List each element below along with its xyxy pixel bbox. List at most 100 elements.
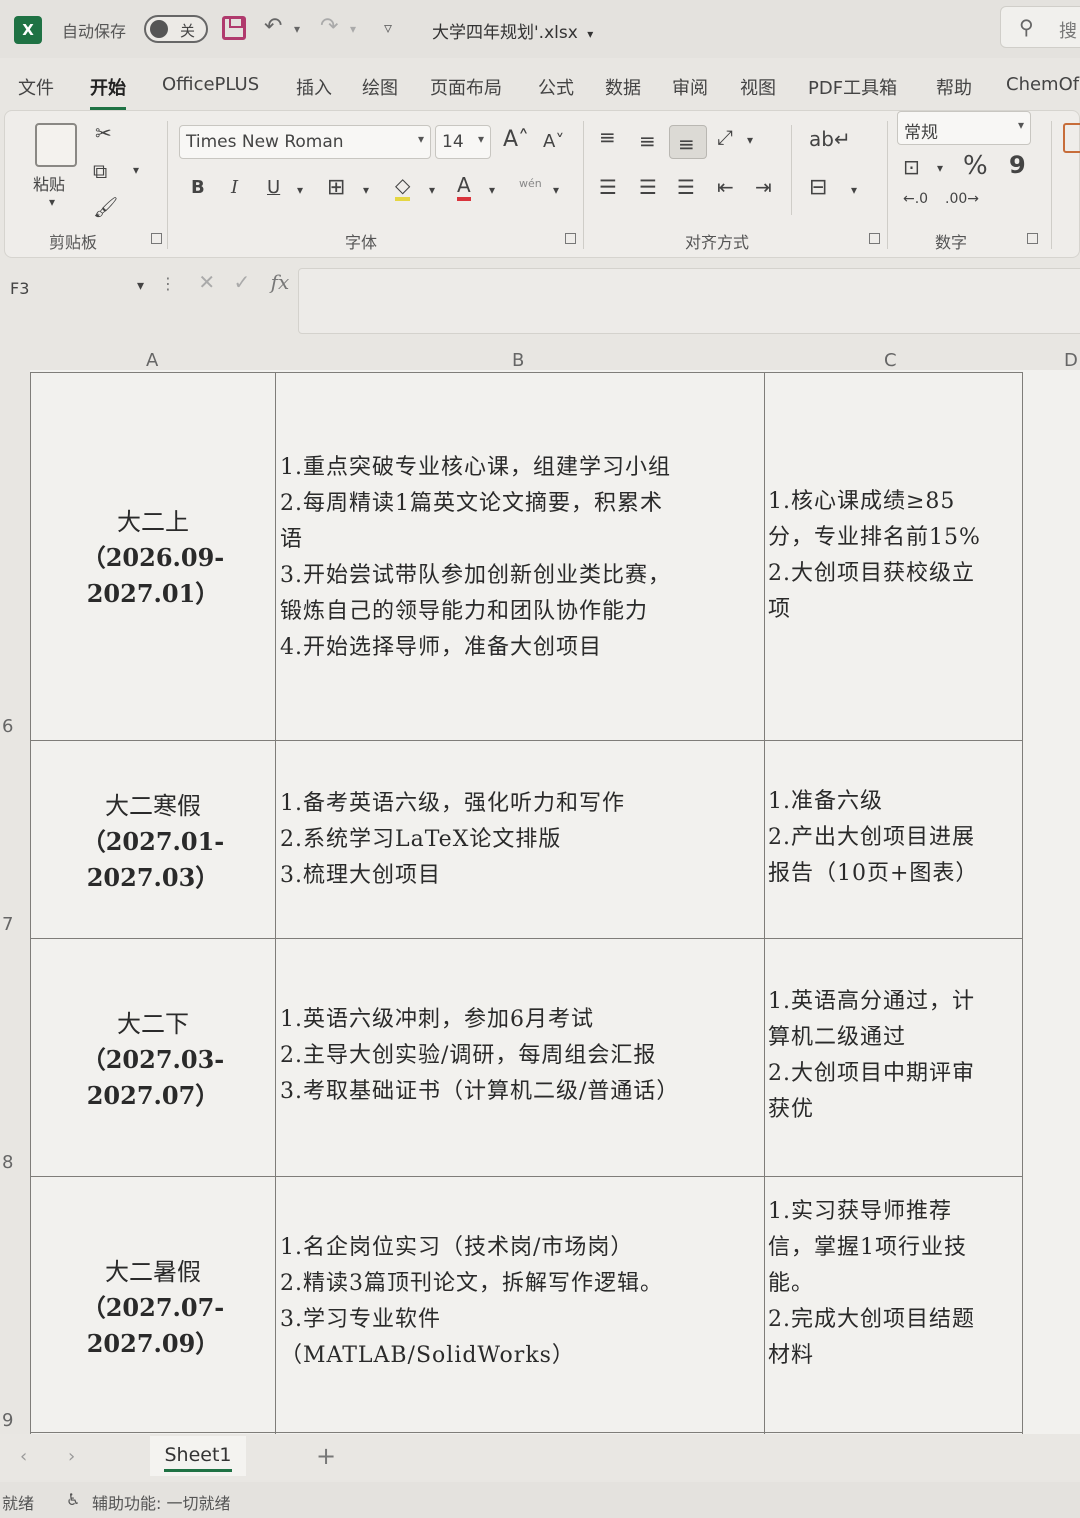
percent-button[interactable]: % bbox=[963, 151, 988, 181]
underline-dropdown-icon[interactable]: ▾ bbox=[297, 183, 303, 197]
tab-review[interactable]: 审阅 bbox=[672, 74, 708, 100]
scroll-left-icon[interactable]: ‹ bbox=[20, 1446, 27, 1467]
orientation-dropdown-icon[interactable]: ▾ bbox=[747, 133, 753, 147]
font-launcher-icon[interactable] bbox=[565, 233, 576, 244]
tab-view[interactable]: 视图 bbox=[740, 74, 776, 100]
align-top-icon[interactable]: ≡ bbox=[599, 125, 616, 149]
cell-period[interactable]: 大二下 （2027.03- 2027.07） bbox=[30, 1006, 276, 1114]
tab-data[interactable]: 数据 bbox=[605, 74, 641, 100]
more-options-icon[interactable]: ⋮ bbox=[160, 274, 176, 293]
alignment-launcher-icon[interactable] bbox=[869, 233, 880, 244]
tab-home[interactable]: 开始 bbox=[90, 74, 126, 110]
cell-plan[interactable]: 1.备考英语六级，强化听力和写作 2.系统学习LaTeX论文排版 3.梳理大创项… bbox=[280, 786, 756, 894]
cancel-icon[interactable]: ✕ bbox=[198, 270, 215, 294]
align-right-icon[interactable]: ☰ bbox=[677, 175, 695, 199]
scroll-right-icon[interactable]: › bbox=[68, 1446, 75, 1467]
merge-center-icon[interactable]: ⊟ bbox=[809, 175, 827, 200]
border-dropdown-icon[interactable]: ▾ bbox=[363, 183, 369, 197]
wrap-text-icon[interactable]: ab↵ bbox=[809, 127, 851, 151]
autosave-toggle[interactable]: 关 bbox=[144, 15, 208, 43]
cell-period[interactable]: 大二上 （2026.09- 2027.01） bbox=[30, 504, 276, 612]
underline-button[interactable]: U bbox=[267, 177, 280, 198]
name-box[interactable]: F3 ▾ bbox=[6, 272, 150, 304]
tab-page-layout[interactable]: 页面布局 bbox=[430, 74, 502, 100]
tab-formulas[interactable]: 公式 bbox=[538, 74, 574, 100]
redo-icon[interactable]: ↷ bbox=[320, 14, 338, 39]
conditional-format-icon[interactable] bbox=[1063, 123, 1080, 153]
align-left-icon[interactable]: ☰ bbox=[599, 175, 617, 199]
column-header-c[interactable]: C bbox=[884, 350, 897, 371]
font-name-select[interactable]: Times New Roman ▾ bbox=[179, 125, 431, 159]
row-header[interactable]: 6 bbox=[2, 716, 13, 737]
comma-style-button[interactable]: 9 bbox=[1009, 151, 1026, 179]
paste-dropdown-icon[interactable]: ▾ bbox=[49, 195, 55, 209]
paste-icon[interactable] bbox=[35, 123, 77, 167]
decrease-font-icon[interactable]: A˅ bbox=[543, 131, 564, 152]
italic-button[interactable]: I bbox=[231, 177, 238, 198]
tab-officeplus[interactable]: OfficePLUS bbox=[162, 74, 259, 95]
tab-help[interactable]: 帮助 bbox=[936, 74, 972, 100]
cell-plan[interactable]: 1.名企岗位实习（技术岗/市场岗） 2.精读3篇顶刊论文，拆解写作逻辑。 3.学… bbox=[280, 1230, 756, 1374]
customize-toolbar-icon[interactable]: ▿ bbox=[384, 18, 392, 37]
cell-goals[interactable]: 1.核心课成绩≥85 分，专业排名前15% 2.大创项目获校级立 项 bbox=[768, 484, 1018, 628]
currency-icon[interactable]: ⊡ bbox=[903, 155, 920, 179]
column-header-b[interactable]: B bbox=[512, 350, 524, 371]
row-header[interactable]: 9 bbox=[2, 1410, 13, 1431]
column-header-a[interactable]: A bbox=[146, 350, 158, 371]
undo-icon[interactable]: ↶ bbox=[264, 14, 282, 39]
cell-goals[interactable]: 1.准备六级 2.产出大创项目进展 报告（10页+图表） bbox=[768, 784, 1018, 892]
increase-indent-icon[interactable]: ⇥ bbox=[755, 175, 772, 199]
row-header[interactable]: 7 bbox=[2, 914, 13, 935]
fill-color-icon[interactable]: ◇ bbox=[395, 173, 411, 201]
redo-dropdown-icon[interactable]: ▾ bbox=[350, 22, 356, 36]
cell-plan[interactable]: 1.重点突破专业核心课，组建学习小组 2.每周精读1篇英文论文摘要，积累术 语 … bbox=[280, 450, 756, 666]
copy-icon[interactable]: ⧉ bbox=[93, 159, 107, 183]
save-icon[interactable] bbox=[222, 16, 246, 40]
tab-draw[interactable]: 绘图 bbox=[362, 74, 398, 100]
increase-font-icon[interactable]: A˄ bbox=[503, 127, 529, 152]
border-icon[interactable]: ⊞ bbox=[327, 175, 345, 200]
tab-pdf-tools[interactable]: PDF工具箱 bbox=[808, 74, 897, 100]
paste-label[interactable]: 粘贴 bbox=[33, 171, 65, 195]
align-center-icon[interactable]: ☰ bbox=[639, 175, 657, 199]
font-color-icon[interactable]: A bbox=[457, 173, 471, 201]
cell-goals[interactable]: 1.实习获导师推荐 信，掌握1项行业技 能。 2.完成大创项目结题 材料 bbox=[768, 1194, 1018, 1374]
cut-icon[interactable]: ✂ bbox=[95, 121, 112, 145]
number-format-select[interactable]: 常规 ▾ bbox=[897, 111, 1031, 145]
add-sheet-button[interactable]: + bbox=[316, 1442, 336, 1470]
decrease-decimal-icon[interactable]: .00→ bbox=[945, 191, 979, 207]
align-middle-icon[interactable]: ≡ bbox=[639, 129, 656, 153]
orientation-icon[interactable]: ⤢ bbox=[717, 125, 733, 149]
tab-insert[interactable]: 插入 bbox=[296, 74, 332, 100]
fill-color-dropdown-icon[interactable]: ▾ bbox=[429, 183, 435, 197]
copy-dropdown-icon[interactable]: ▾ bbox=[133, 163, 139, 177]
cell-plan[interactable]: 1.英语六级冲刺，参加6月考试 2.主导大创实验/调研，每周组会汇报 3.考取基… bbox=[280, 1002, 756, 1110]
column-header-d[interactable]: D bbox=[1064, 350, 1078, 371]
search-box[interactable]: ⚲ 搜 bbox=[1000, 6, 1080, 48]
accessibility-status[interactable]: 辅助功能: 一切就绪 bbox=[92, 1490, 230, 1514]
decrease-indent-icon[interactable]: ⇤ bbox=[717, 175, 734, 199]
undo-dropdown-icon[interactable]: ▾ bbox=[294, 22, 300, 36]
row-header[interactable]: 8 bbox=[2, 1152, 13, 1173]
phonetic-icon[interactable]: wén bbox=[519, 177, 542, 190]
increase-decimal-icon[interactable]: ←.0 bbox=[903, 191, 928, 207]
phonetic-dropdown-icon[interactable]: ▾ bbox=[553, 183, 559, 197]
insert-function-button[interactable]: fx bbox=[271, 270, 290, 294]
font-color-dropdown-icon[interactable]: ▾ bbox=[489, 183, 495, 197]
cell-goals[interactable]: 1.英语高分通过，计 算机二级通过 2.大创项目中期评审 获优 bbox=[768, 984, 1018, 1128]
accessibility-icon[interactable]: ♿ bbox=[66, 1490, 80, 1509]
clipboard-launcher-icon[interactable] bbox=[151, 233, 162, 244]
tab-file[interactable]: 文件 bbox=[18, 74, 54, 100]
number-launcher-icon[interactable] bbox=[1027, 233, 1038, 244]
merge-dropdown-icon[interactable]: ▾ bbox=[851, 183, 857, 197]
document-title[interactable]: 大学四年规划'.xlsx ▾ bbox=[432, 18, 593, 43]
font-size-select[interactable]: 14 ▾ bbox=[435, 125, 491, 159]
currency-dropdown-icon[interactable]: ▾ bbox=[937, 161, 943, 175]
cell-period[interactable]: 大二寒假 （2027.01- 2027.03） bbox=[30, 788, 276, 896]
cell-period[interactable]: 大二暑假 （2027.07- 2027.09） bbox=[30, 1254, 276, 1362]
formula-input[interactable] bbox=[298, 268, 1080, 334]
bold-button[interactable]: B bbox=[191, 177, 205, 198]
format-painter-icon[interactable]: 🖌 bbox=[93, 195, 118, 219]
tab-chemoffice[interactable]: ChemOf bbox=[1006, 74, 1079, 95]
confirm-icon[interactable]: ✓ bbox=[233, 270, 250, 294]
